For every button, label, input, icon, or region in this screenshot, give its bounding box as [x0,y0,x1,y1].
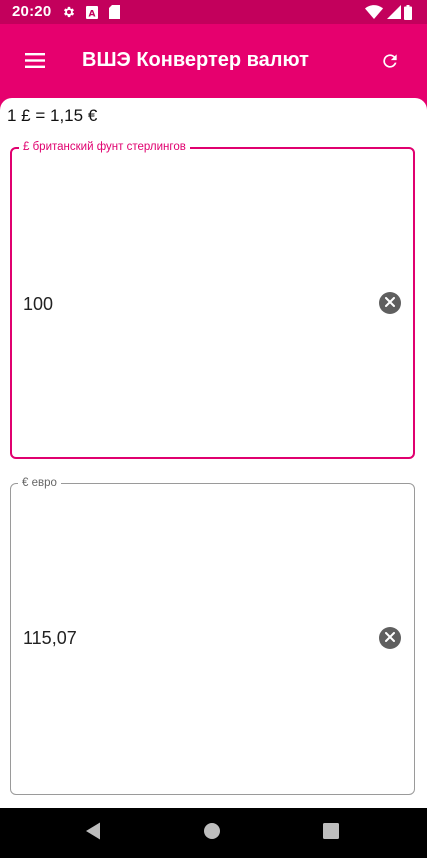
to-currency-label: € евро [18,476,61,490]
clear-circle-icon [385,629,395,647]
home-button[interactable] [199,820,225,846]
converter-panel: 1 £ = 1,15 € £ британский фунт стерлинго… [0,98,427,808]
menu-button[interactable] [14,42,56,84]
hamburger-menu-icon [25,53,45,73]
wifi-icon [364,4,384,20]
app-title: ВШЭ Конвертер валют [82,49,309,71]
from-amount-input[interactable] [23,294,363,315]
recents-square-icon [323,822,339,844]
system-nav-bar [0,808,427,858]
exchange-rate-text: 1 £ = 1,15 € [7,106,98,125]
font-a-icon: A [85,4,99,20]
refresh-icon [380,51,400,76]
clear-from-button[interactable] [379,292,401,314]
svg-text:A: A [89,9,96,19]
from-currency-label: £ британский фунт стерлингов [19,140,190,154]
home-circle-icon [204,822,220,844]
battery-icon [403,4,413,20]
to-currency-field[interactable]: € евро [10,476,415,795]
back-triangle-icon [85,822,101,845]
signal-icon [386,4,402,20]
clear-circle-icon [385,294,395,312]
to-amount-input[interactable] [23,628,363,649]
gear-icon [61,4,77,20]
back-button[interactable] [80,820,106,846]
sd-card-icon [107,4,121,20]
status-bar: 20:20 A [0,0,427,24]
refresh-button[interactable] [368,41,412,85]
status-time: 20:20 [12,3,52,20]
app-bar: ВШЭ Конвертер валют [0,24,427,100]
clear-to-button[interactable] [379,627,401,649]
from-currency-field[interactable]: £ британский фунт стерлингов [10,140,415,459]
recents-button[interactable] [318,820,344,846]
